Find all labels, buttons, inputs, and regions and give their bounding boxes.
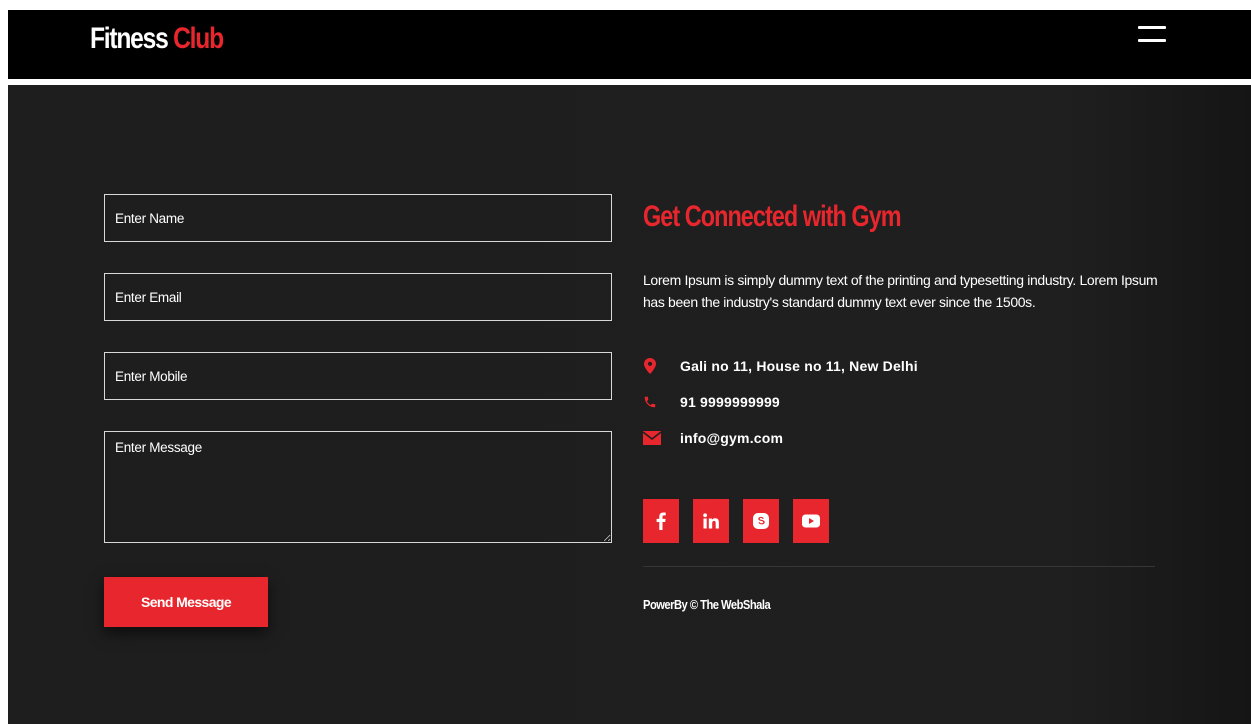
linkedin-icon [703,513,719,529]
footer-divider [643,566,1155,567]
brand-logo[interactable]: Fitness Club [90,22,224,56]
envelope-icon [643,429,661,447]
hamburger-menu-icon[interactable] [1138,26,1168,44]
phone-text: 91 9999999999 [680,394,780,410]
email-row: info@gym.com [643,427,783,449]
email-text: info@gym.com [680,430,784,446]
message-textarea[interactable] [104,431,612,543]
phone-icon [643,393,657,411]
page-frame: Fitness Club Send Message Get Connected … [8,10,1251,724]
mobile-input[interactable] [104,352,612,400]
linkedin-button[interactable] [693,499,729,543]
name-input[interactable] [104,194,612,242]
contact-heading: Get Connected with Gym [643,200,902,233]
address-row: Gali no 11, House no 11, New Delhi [643,355,918,377]
skype-button[interactable] [743,499,779,543]
powered-by-text: PowerBy © The WebShala [643,597,771,612]
menu-line [1138,39,1166,42]
phone-row: 91 9999999999 [643,391,780,413]
map-pin-icon [643,357,657,375]
menu-line [1138,26,1166,29]
navbar: Fitness Club [8,10,1251,79]
facebook-icon [656,512,666,530]
contact-section: Send Message Get Connected with Gym Lore… [8,85,1251,724]
facebook-button[interactable] [643,499,679,543]
skype-icon [753,513,769,529]
youtube-button[interactable] [793,499,829,543]
address-text: Gali no 11, House no 11, New Delhi [680,358,918,374]
brand-word-club: Club [173,22,224,55]
contact-description: Lorem Ipsum is simply dummy text of the … [643,272,1158,310]
send-message-button[interactable]: Send Message [104,577,268,627]
youtube-icon [802,514,820,528]
brand-word-fitness: Fitness [90,22,169,55]
email-input[interactable] [104,273,612,321]
